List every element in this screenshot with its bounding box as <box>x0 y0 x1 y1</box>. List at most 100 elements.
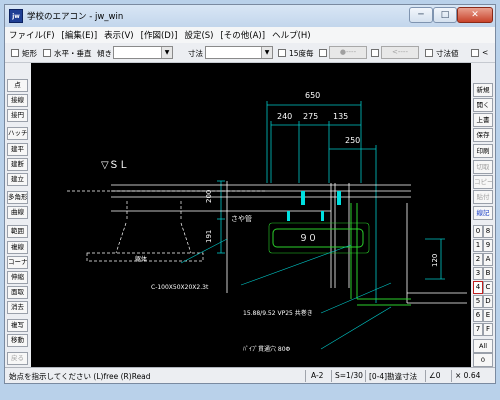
label-90: ９０ <box>299 234 317 244</box>
lt-label: < <box>482 48 489 57</box>
dim-135: 135 <box>333 112 348 121</box>
layer-4[interactable]: 4 <box>473 281 483 294</box>
layer-1[interactable]: 1 <box>473 239 483 252</box>
tool-corner[interactable]: コーナー <box>7 256 28 269</box>
layer-a[interactable]: A <box>483 253 493 266</box>
tool-new[interactable]: 新規 <box>473 83 493 97</box>
tool-curve[interactable]: 曲線 <box>7 206 28 219</box>
status-paper[interactable]: A-2 <box>311 371 323 380</box>
left-tool-panel: 点 接線 接円 ハッチ 建平 建断 建立 多角形 曲線 範囲 複線 コーナー 伸… <box>5 63 31 367</box>
rect-label: 矩形 <box>22 49 37 58</box>
menu-draw[interactable]: [作図(D)] <box>141 29 178 41</box>
dim-120: 120 <box>431 254 439 267</box>
layer-3[interactable]: 3 <box>473 267 483 280</box>
menu-file[interactable]: ファイル(F) <box>9 29 55 41</box>
dim-value-checkbox[interactable] <box>425 49 433 57</box>
dimension-label: 寸法 <box>188 49 203 58</box>
label-sleeve: ﾊﾟｲﾌﾟ貫通穴 80Φ <box>243 345 291 353</box>
tool-hatch[interactable]: ハッチ <box>7 127 28 140</box>
tool-chamfer[interactable]: 面取 <box>7 286 28 299</box>
tool-erase[interactable]: 消去 <box>7 301 28 314</box>
chevron-down-icon[interactable]: ▼ <box>161 47 172 58</box>
tool-extend[interactable]: 伸縮 <box>7 271 28 284</box>
maximize-button[interactable]: □ <box>433 7 457 23</box>
menu-edit[interactable]: [編集(E)] <box>62 29 98 41</box>
tool-range[interactable]: 範囲 <box>7 225 28 238</box>
deg15-label: 15度毎 <box>289 49 314 58</box>
horizontal-vertical-checkbox[interactable] <box>43 49 51 57</box>
menu-settings[interactable]: 設定(S) <box>184 29 213 41</box>
tool-print[interactable]: 印刷 <box>473 144 493 158</box>
status-bar: 始点を指示してください (L)free (R)Read A-2 S=1/30 [… <box>5 367 495 383</box>
tool-overwrite[interactable]: 上書 <box>473 113 493 127</box>
layer-8[interactable]: 8 <box>483 225 493 238</box>
status-angle[interactable]: ∠0 <box>429 371 441 380</box>
arrow-mode-button[interactable]: <---- <box>381 46 419 59</box>
layer-7[interactable]: 7 <box>473 323 483 336</box>
layer-9[interactable]: 9 <box>483 239 493 252</box>
tool-building-plan[interactable]: 建平 <box>7 143 28 156</box>
tool-open[interactable]: 開く <box>473 98 493 112</box>
layer-5[interactable]: 5 <box>473 295 483 308</box>
tool-point[interactable]: 点 <box>7 79 28 92</box>
chevron-down-icon[interactable]: ▼ <box>261 47 272 58</box>
tool-save[interactable]: 保存 <box>473 128 493 142</box>
status-divider <box>331 370 332 382</box>
tool-copy[interactable]: 複写 <box>7 319 28 332</box>
window-frame: jw 学校のエアコン - jw_win ─ □ ✕ ファイル(F) [編集(E)… <box>4 4 496 384</box>
layer-d[interactable]: D <box>483 295 493 308</box>
lt-checkbox[interactable] <box>471 49 479 57</box>
tool-copy-clip[interactable]: コピー <box>473 175 493 189</box>
dim-650: 650 <box>305 91 320 100</box>
dimension-combo[interactable]: ▼ <box>205 46 273 59</box>
menu-other[interactable]: [その他(A)] <box>220 29 265 41</box>
minimize-button[interactable]: ─ <box>409 7 433 23</box>
tool-building-section[interactable]: 建断 <box>7 158 28 171</box>
layer-f[interactable]: F <box>483 323 493 336</box>
status-divider <box>305 370 306 382</box>
tilt-label: 傾き <box>97 49 112 58</box>
close-button[interactable]: ✕ <box>457 7 493 23</box>
tool-move[interactable]: 移動 <box>7 334 28 347</box>
dim-275: 275 <box>303 112 318 121</box>
layer-0[interactable]: 0 <box>473 225 483 238</box>
label-pipe: 15.88/9.52 VP25 共巻き <box>243 309 313 317</box>
layer-c[interactable]: C <box>483 281 493 294</box>
menu-view[interactable]: 表示(V) <box>104 29 133 41</box>
point-checkbox[interactable] <box>319 49 327 57</box>
tool-line-note[interactable]: 線記 <box>473 206 493 220</box>
cad-drawing: ▽ＳＬ 650 240 275 135 250 200 191 120 さや管 … <box>67 91 467 353</box>
tilt-combo[interactable]: ▼ <box>113 46 173 59</box>
app-icon: jw <box>9 9 23 23</box>
tool-parallel[interactable]: 複線 <box>7 241 28 254</box>
layer-all-button[interactable]: All <box>473 339 493 353</box>
dim-value-label: 寸法値 <box>436 49 459 58</box>
point-mode-button[interactable]: ●---- <box>329 46 367 59</box>
menu-help[interactable]: ヘルプ(H) <box>272 29 311 41</box>
status-zoom[interactable]: × 0.64 <box>455 371 480 380</box>
tool-cut[interactable]: 切取 <box>473 160 493 174</box>
tool-paste[interactable]: 貼付 <box>473 190 493 204</box>
layer-e[interactable]: E <box>483 309 493 322</box>
arrow-checkbox[interactable] <box>371 49 379 57</box>
tool-undo[interactable]: 戻る <box>7 352 28 365</box>
dim-191: 191 <box>205 230 213 243</box>
title-bar[interactable]: jw 学校のエアコン - jw_win ─ □ ✕ <box>5 5 495 27</box>
layer-b[interactable]: B <box>483 267 493 280</box>
rect-checkbox[interactable] <box>11 49 19 57</box>
tool-tangent[interactable]: 接線 <box>7 94 28 107</box>
status-scale[interactable]: S=1/30 <box>335 371 363 380</box>
zoom-zero-button[interactable]: 0 <box>473 353 493 367</box>
label-channel: C-100X50X20X2.3t <box>151 284 209 291</box>
status-divider <box>451 370 452 382</box>
deg15-checkbox[interactable] <box>278 49 286 57</box>
layer-6[interactable]: 6 <box>473 309 483 322</box>
tool-tangent-circle[interactable]: 接円 <box>7 109 28 122</box>
status-layer[interactable]: [0-4]勘違寸法 <box>369 371 417 382</box>
drawing-canvas[interactable]: ▽ＳＬ 650 240 275 135 250 200 191 120 さや管 … <box>31 63 471 367</box>
tool-polygon[interactable]: 多角形 <box>7 191 28 204</box>
app-window: jw 学校のエアコン - jw_win ─ □ ✕ ファイル(F) [編集(E)… <box>0 0 500 400</box>
right-tool-panel: 新規 開く 上書 保存 印刷 切取 コピー 貼付 線記 0 8 1 9 2 A … <box>471 63 495 367</box>
tool-building-elevation[interactable]: 建立 <box>7 173 28 186</box>
layer-2[interactable]: 2 <box>473 253 483 266</box>
